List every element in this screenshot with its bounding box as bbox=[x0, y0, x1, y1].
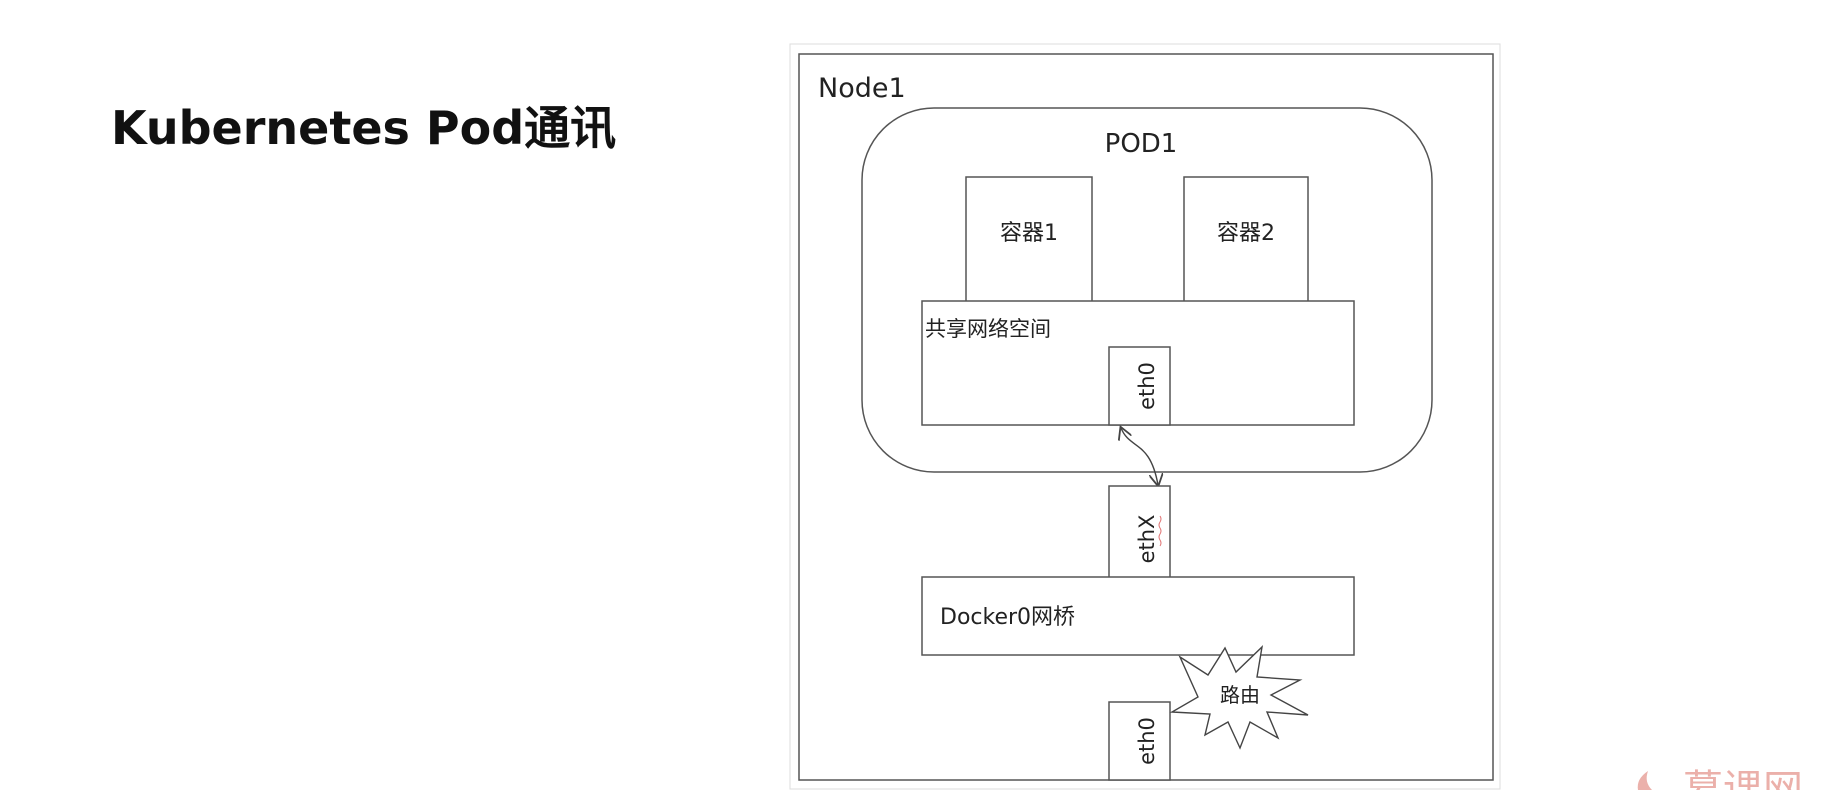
pod-eth0-label: eth0 bbox=[1135, 362, 1159, 410]
veth-pair-arrow bbox=[1121, 428, 1158, 485]
node-eth0-label: eth0 bbox=[1135, 717, 1159, 765]
watermark-text: 慕课网 bbox=[1683, 767, 1803, 790]
watermark-logo: 慕课网 bbox=[1637, 767, 1803, 790]
route-label: 路由 bbox=[1220, 683, 1260, 707]
pod-label: POD1 bbox=[1105, 129, 1178, 159]
node-label: Node1 bbox=[818, 73, 906, 104]
docker0-bridge-label: Docker0网桥 bbox=[940, 605, 1075, 630]
veth-label: ethX bbox=[1135, 515, 1159, 564]
container-1-label: 容器1 bbox=[1000, 221, 1058, 246]
container-2-label: 容器2 bbox=[1217, 221, 1275, 246]
flame-icon bbox=[1637, 771, 1652, 790]
shared-network-label: 共享网络空间 bbox=[925, 317, 1051, 341]
pod-network-diagram: Node1 POD1 容器1 容器2 共享网络空间 eth0 ethX Dock… bbox=[789, 43, 1803, 790]
